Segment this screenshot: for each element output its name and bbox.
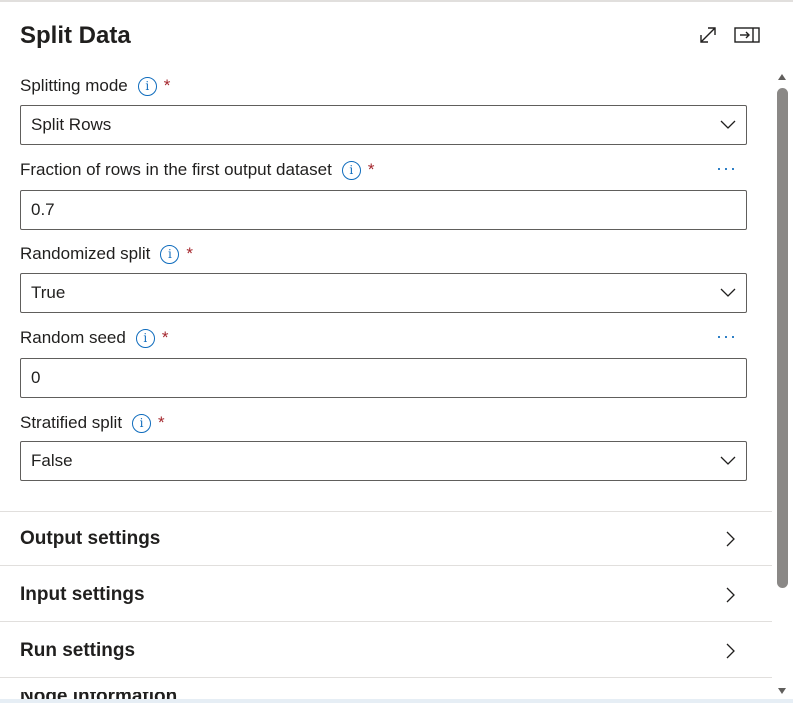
stratified-split-dropdown[interactable]: False: [20, 441, 747, 481]
run-settings-section[interactable]: Run settings: [20, 631, 740, 671]
chevron-down-icon: [720, 120, 736, 129]
required-marker: *: [161, 328, 169, 347]
chevron-down-icon: [720, 288, 736, 297]
scrollbar-thumb[interactable]: [777, 88, 788, 588]
info-icon[interactable]: i: [160, 244, 180, 264]
fraction-label: Fraction of rows in the first output dat…: [20, 160, 374, 180]
input-settings-section[interactable]: Input settings: [20, 575, 740, 615]
stratified-split-value: False: [31, 451, 73, 470]
chevron-down-icon: [720, 456, 736, 465]
splitting-mode-value: Split Rows: [31, 115, 112, 134]
random-seed-value: 0: [31, 368, 41, 387]
chevron-right-icon: [726, 643, 735, 659]
randomized-split-label: Randomized split i *: [20, 244, 193, 264]
random-seed-label: Random seed i *: [20, 328, 168, 348]
scroll-down-arrow-icon[interactable]: [776, 686, 788, 696]
expand-icon[interactable]: [695, 22, 721, 48]
randomized-split-dropdown[interactable]: True: [20, 273, 747, 313]
splitting-mode-dropdown[interactable]: Split Rows: [20, 105, 747, 145]
section-divider: [0, 565, 772, 566]
output-settings-section[interactable]: Output settings: [20, 519, 740, 559]
section-divider: [0, 511, 772, 512]
bottom-edge: [0, 699, 793, 703]
info-icon[interactable]: i: [132, 413, 152, 433]
random-seed-label-text: Random seed: [20, 328, 126, 347]
panel-top-border: [0, 0, 793, 2]
stratified-split-label: Stratified split i *: [20, 413, 165, 433]
fraction-input[interactable]: 0.7: [20, 190, 747, 230]
panel-title: Split Data: [20, 22, 131, 49]
run-settings-label: Run settings: [20, 640, 136, 661]
section-divider: [0, 677, 772, 678]
info-icon[interactable]: i: [137, 76, 157, 96]
splitting-mode-label: Splitting mode i *: [20, 76, 170, 96]
required-marker: *: [163, 76, 171, 95]
required-marker: *: [367, 160, 375, 179]
chevron-right-icon: [726, 531, 735, 547]
output-settings-label: Output settings: [20, 528, 161, 549]
info-icon[interactable]: i: [341, 160, 361, 180]
randomized-split-label-text: Randomized split: [20, 244, 151, 263]
scroll-up-arrow-icon[interactable]: [776, 72, 788, 82]
random-seed-more-options-button[interactable]: ···: [716, 326, 737, 347]
stratified-split-label-text: Stratified split: [20, 413, 123, 432]
fraction-more-options-button[interactable]: ···: [716, 158, 737, 179]
info-icon[interactable]: i: [135, 328, 155, 348]
splitting-mode-label-text: Splitting mode: [20, 76, 128, 95]
dock-panel-icon[interactable]: [734, 22, 760, 48]
required-marker: *: [186, 244, 194, 263]
input-settings-label: Input settings: [20, 584, 145, 605]
fraction-value: 0.7: [31, 200, 55, 219]
fraction-label-text: Fraction of rows in the first output dat…: [20, 160, 332, 179]
random-seed-input[interactable]: 0: [20, 358, 747, 398]
chevron-right-icon: [726, 587, 735, 603]
randomized-split-value: True: [31, 283, 66, 302]
section-divider: [0, 621, 772, 622]
required-marker: *: [158, 413, 165, 432]
